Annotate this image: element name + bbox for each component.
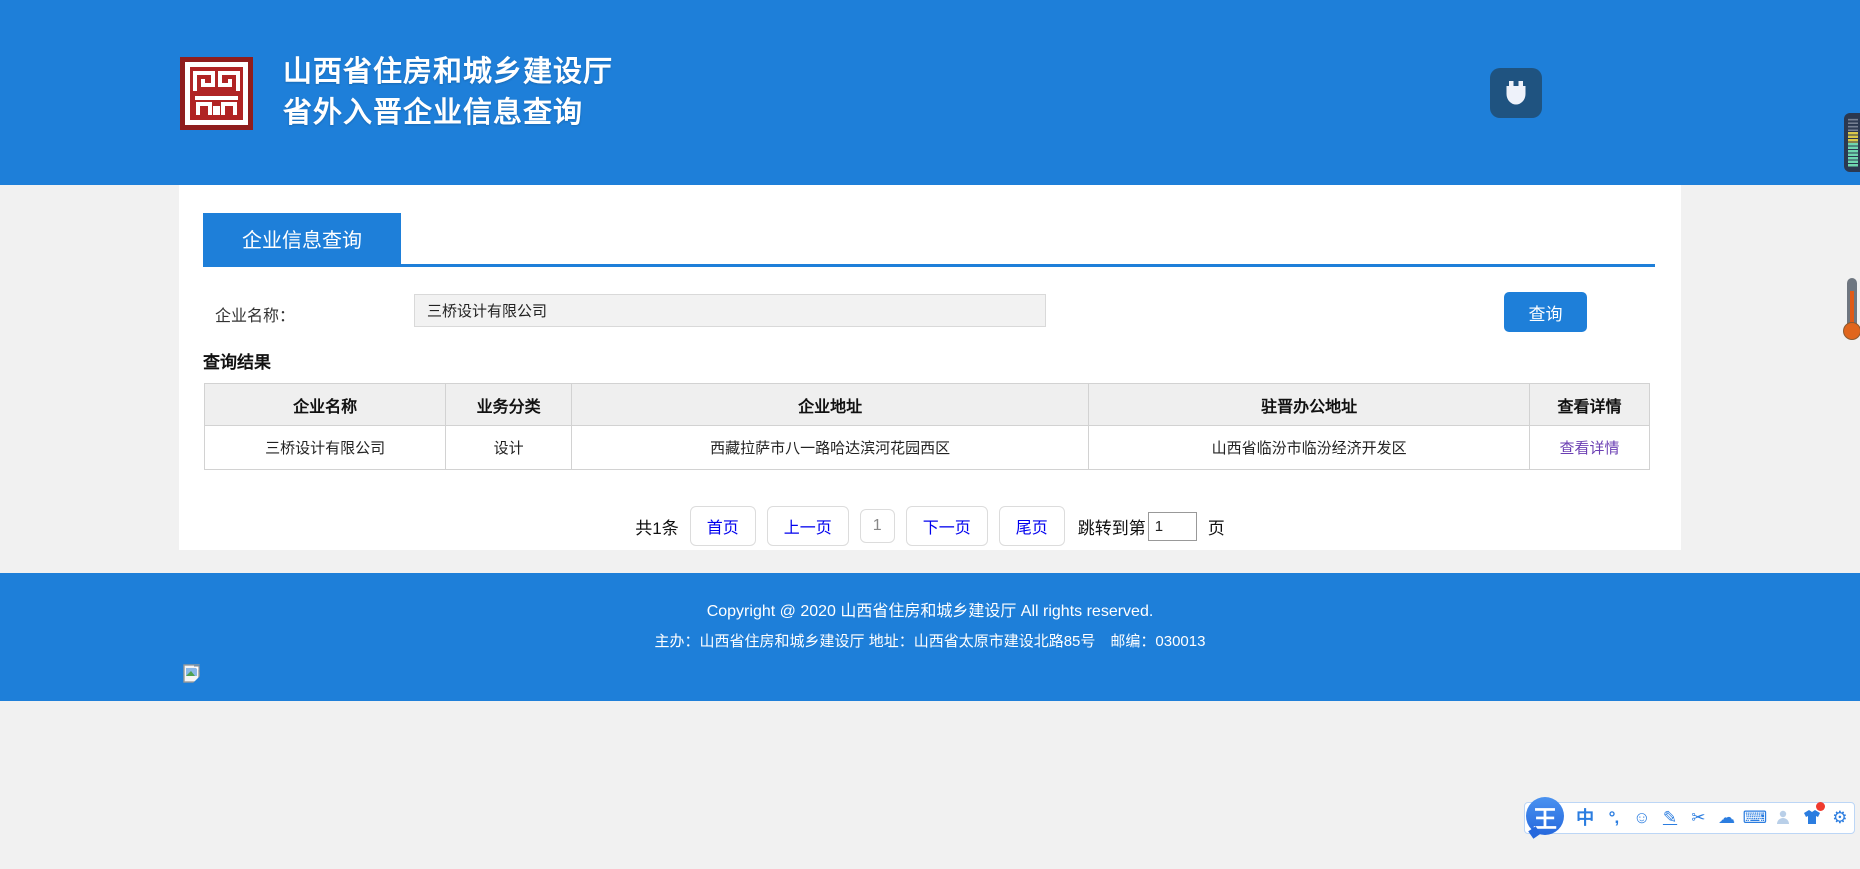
settings-gear-icon[interactable]: ⚙	[1826, 803, 1854, 833]
equalizer-widget[interactable]	[1844, 113, 1860, 172]
cell-enterprise-name: 三桥设计有限公司	[205, 426, 446, 470]
page-footer: Copyright @ 2020 山西省住房和城乡建设厅 All rights …	[0, 573, 1860, 701]
equalizer-gray-bars	[1848, 118, 1858, 132]
ime-logo-glyph: 王	[1533, 799, 1557, 834]
clipboard-scissors-icon[interactable]: ✂	[1684, 803, 1712, 833]
chinese-mode-icon[interactable]: 中	[1571, 803, 1599, 833]
site-title: 山西省住房和城乡建设厅 省外入晋企业信息查询	[283, 52, 613, 134]
thermometer-bulb	[1843, 322, 1860, 340]
thermometer-widget[interactable]	[1843, 278, 1860, 340]
jump-prefix-label: 跳转到第	[1078, 514, 1146, 539]
cloud-icon[interactable]: ☁	[1712, 803, 1740, 833]
page: { "header": { "title_line1": "山西省住房和城乡建设…	[0, 0, 1860, 869]
col-header-business-category: 业务分类	[446, 384, 572, 426]
ime-logo-button[interactable]: 王	[1526, 797, 1564, 835]
view-details-link[interactable]: 查看详情	[1560, 440, 1620, 457]
virtual-keyboard-icon[interactable]: ⌨	[1741, 803, 1769, 833]
next-page-button[interactable]: 下一页	[906, 506, 988, 546]
total-count-text: 共1条	[635, 514, 678, 539]
results-table: 企业名称 业务分类 企业地址 驻晋办公地址 查看详情 三桥设计有限公司 设计 西…	[204, 383, 1650, 470]
table-row: 三桥设计有限公司 设计 西藏拉萨市八一路哈达滨河花园西区 山西省临汾市临汾经济开…	[205, 426, 1650, 470]
ime-toolbar: 中 °, ☺ ✎ ✂ ☁ ⌨ ⚙	[1524, 802, 1855, 834]
plug-icon	[1501, 78, 1531, 108]
site-title-line1: 山西省住房和城乡建设厅	[283, 52, 613, 93]
col-header-enterprise-address: 企业地址	[572, 384, 1089, 426]
enterprise-name-label: 企业名称：	[215, 302, 295, 326]
pagination: 共1条 首页 上一页 1 下一页 尾页 跳转到第 页	[179, 508, 1681, 544]
current-page-indicator: 1	[860, 509, 895, 543]
handwriting-icon[interactable]: ✎	[1656, 803, 1684, 833]
punctuation-icon[interactable]: °,	[1599, 803, 1627, 833]
table-header-row: 企业名称 业务分类 企业地址 驻晋办公地址 查看详情	[205, 384, 1650, 426]
cell-enterprise-address: 西藏拉萨市八一路哈达滨河花园西区	[572, 426, 1089, 470]
first-page-button[interactable]: 首页	[690, 506, 756, 546]
jump-page-input[interactable]	[1148, 512, 1197, 541]
cell-office-address: 山西省临汾市临汾经济开发区	[1089, 426, 1530, 470]
enterprise-name-input[interactable]	[414, 294, 1046, 327]
results-title: 查询结果	[203, 348, 1681, 373]
page-header: 山西省住房和城乡建设厅 省外入晋企业信息查询	[0, 0, 1860, 185]
emoji-icon[interactable]: ☺	[1628, 803, 1656, 833]
col-header-office-address: 驻晋办公地址	[1089, 384, 1530, 426]
last-page-button[interactable]: 尾页	[999, 506, 1065, 546]
col-header-enterprise-name: 企业名称	[205, 384, 446, 426]
organizer-address-text: 主办：山西省住房和城乡建设厅 地址：山西省太原市建设北路85号 邮编：03001…	[0, 630, 1860, 654]
search-button[interactable]: 查询	[1504, 292, 1587, 332]
copyright-text: Copyright @ 2020 山西省住房和城乡建设厅 All rights …	[0, 599, 1860, 625]
search-form: 企业名称： 查询	[203, 294, 1655, 334]
col-header-view-details: 查看详情	[1530, 384, 1650, 426]
account-icon[interactable]	[1769, 803, 1797, 833]
jump-suffix-label: 页	[1208, 514, 1225, 539]
tab-enterprise-info-query[interactable]: 企业信息查询	[203, 213, 401, 264]
equalizer-yellow-bars	[1848, 132, 1858, 143]
tab-strip: 企业信息查询	[203, 213, 1655, 267]
cell-business-category: 设计	[446, 426, 572, 470]
skin-icon[interactable]	[1797, 803, 1825, 833]
site-title-line2: 省外入晋企业信息查询	[283, 93, 613, 134]
notification-dot	[1816, 802, 1825, 811]
shanxi-seal-logo-icon	[180, 57, 253, 130]
prev-page-button[interactable]: 上一页	[767, 506, 849, 546]
equalizer-teal-bars	[1848, 143, 1858, 167]
broken-image-icon	[183, 664, 202, 683]
plug-widget-button[interactable]	[1490, 68, 1542, 118]
query-panel: 企业信息查询 企业名称： 查询 查询结果 企业名称 业务分类 企业地址 驻晋办公…	[179, 185, 1681, 550]
